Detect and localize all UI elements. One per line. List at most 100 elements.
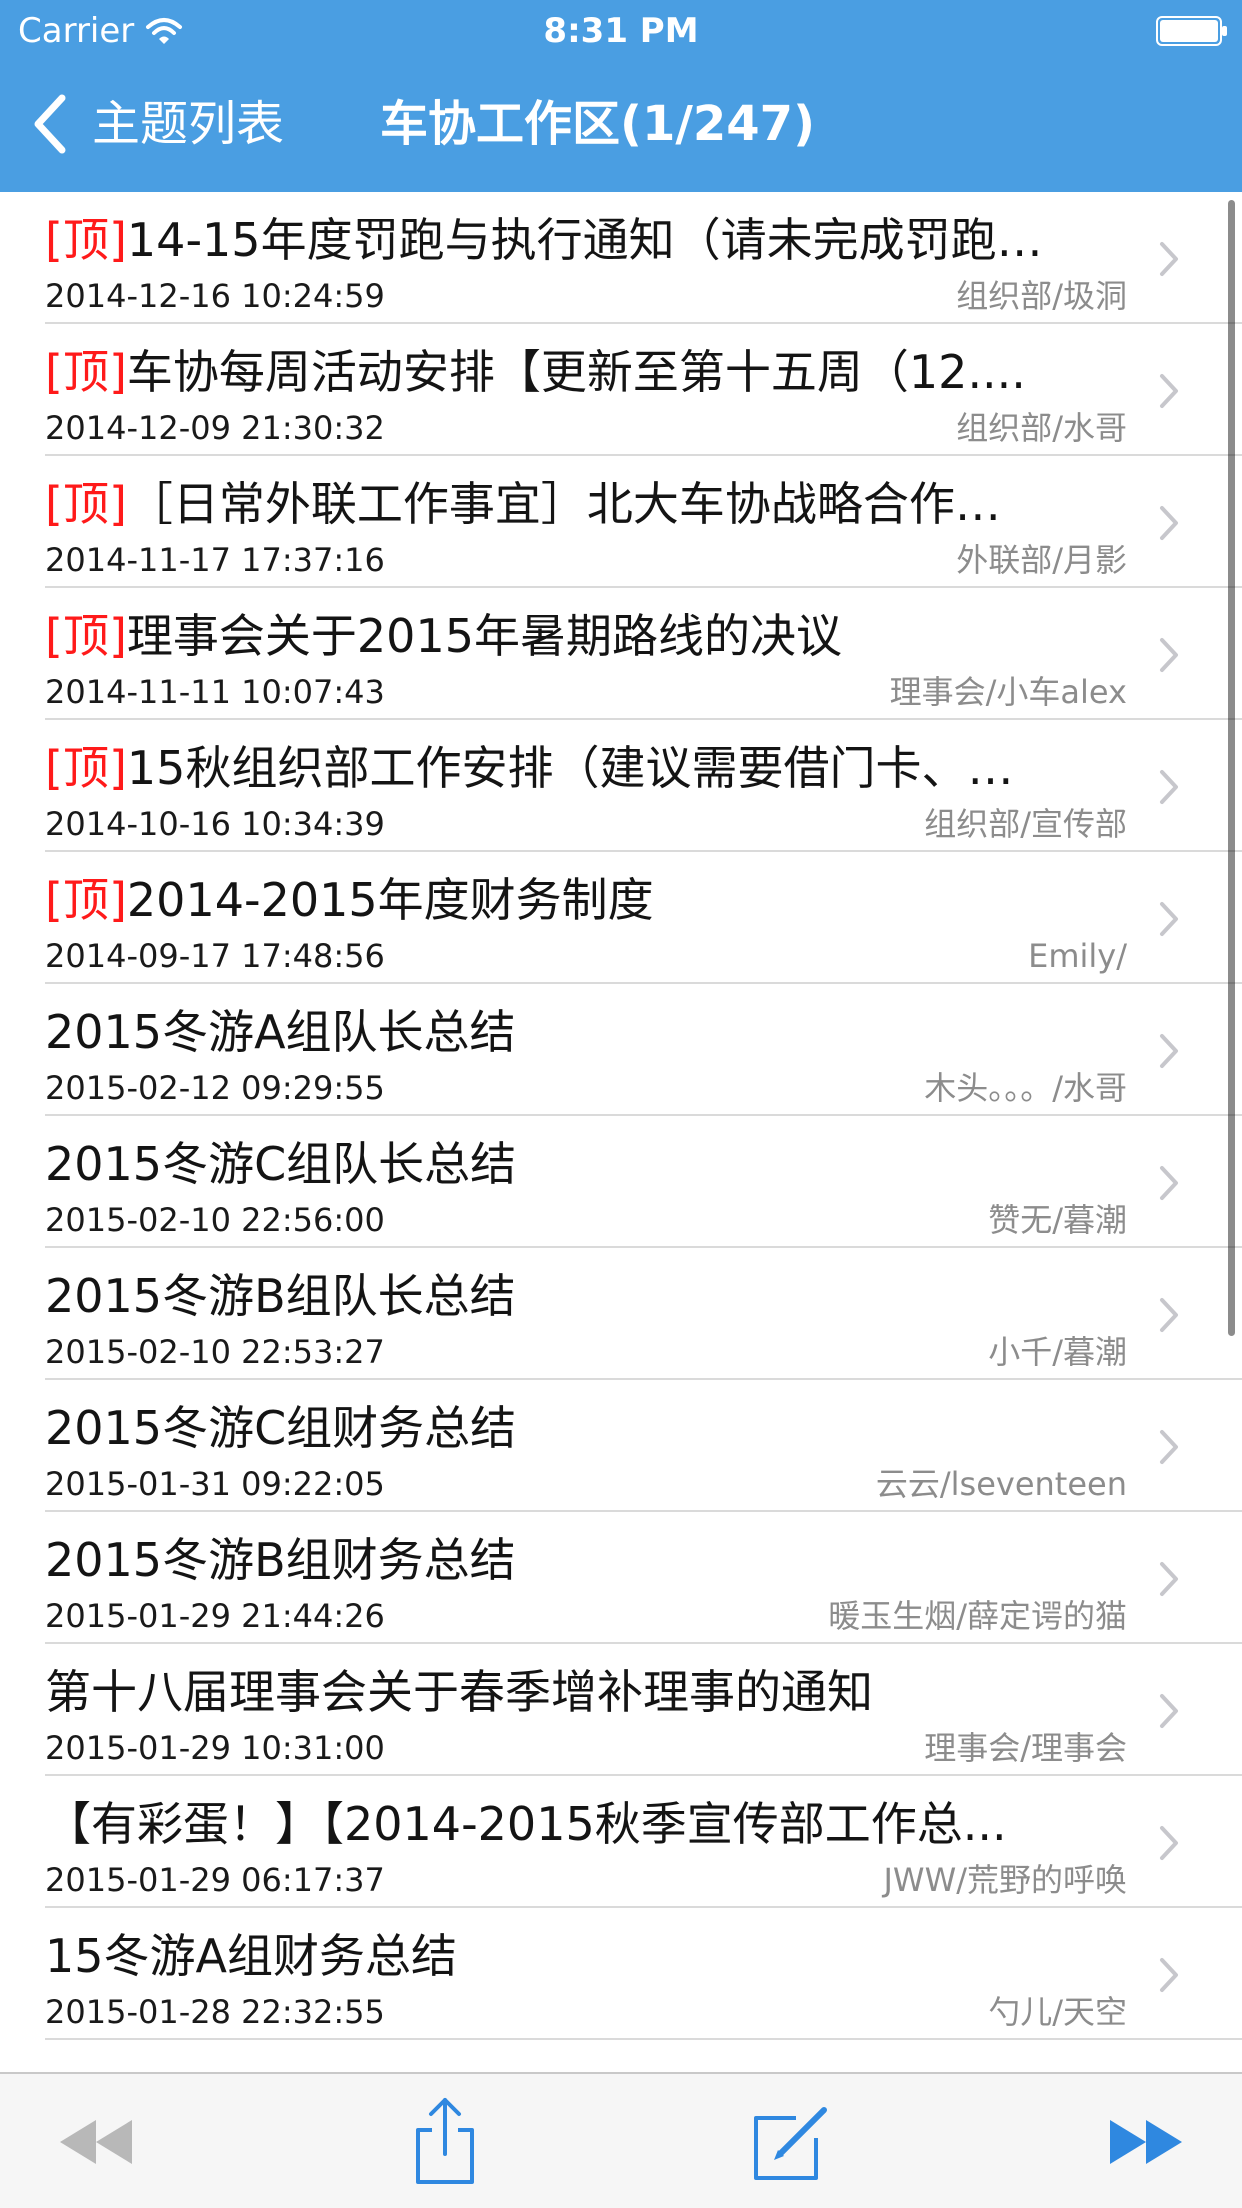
share-icon[interactable] [410,2096,480,2186]
row-divider [45,2038,1242,2040]
topic-title-text: 车协每周活动安排【更新至第十五周（12.... [126,345,1026,399]
back-button[interactable]: 主题列表 [30,92,284,156]
disclosure-chevron-icon [1160,1430,1178,1464]
disclosure-chevron-icon [1160,1826,1178,1860]
rewind-icon[interactable] [56,2114,136,2170]
fast-forward-icon[interactable] [1106,2114,1186,2170]
pinned-tag: [顶] [45,213,127,267]
topic-row[interactable]: [顶]2014-2015年度财务制度 2014-09-17 17:48:56 E… [0,852,1242,984]
topic-row[interactable]: 2015冬游A组队长总结 2015-02-12 09:29:55 木头。。。/水… [0,984,1242,1116]
topic-author: 小千/暮潮 [988,1333,1127,1371]
topic-date: 2015-01-29 06:17:37 [45,1861,385,1899]
topic-date: 2015-01-29 10:31:00 [45,1729,385,1767]
topic-title: 15冬游A组财务总结 [45,1926,1125,1986]
status-time: 8:31 PM [543,11,699,51]
topic-title-text: 2015冬游A组队长总结 [45,1005,516,1059]
bottom-toolbar [0,2072,1242,2208]
topic-row[interactable]: [顶]14-15年度罚跑与执行通知（请未完成罚跑… 2014-12-16 10:… [0,192,1242,324]
topic-title-text: 【有彩蛋！】【2014-2015秋季宣传部工作总... [45,1797,1007,1851]
back-label: 主题列表 [92,96,285,152]
topic-title-text: 2015冬游C组财务总结 [45,1401,517,1455]
topic-author: 勺儿/天空 [988,1993,1127,2031]
topic-author: 木头。。。/水哥 [924,1069,1127,1107]
topic-date: 2015-02-10 22:53:27 [45,1333,385,1371]
topic-row[interactable]: [顶]车协每周活动安排【更新至第十五周（12.... 2014-12-09 21… [0,324,1242,456]
disclosure-chevron-icon [1160,902,1178,936]
header: Carrier 8:31 PM 主题列表 车协工作区(1/247) [0,0,1242,192]
pinned-tag: [顶] [45,741,127,795]
topic-date: 2014-11-17 17:37:16 [45,541,385,579]
disclosure-chevron-icon [1160,506,1178,540]
topic-title: [顶]［日常外联工作事宜］北大车协战略合作… [45,474,1125,534]
topic-title: 【有彩蛋！】【2014-2015秋季宣传部工作总... [45,1794,1125,1854]
topic-title-text: 理事会关于2015年暑期路线的决议 [126,609,842,663]
topic-date: 2014-12-09 21:30:32 [45,409,385,447]
topic-date: 2015-01-31 09:22:05 [45,1465,385,1503]
topic-row[interactable]: 2015冬游B组队长总结 2015-02-10 22:53:27 小千/暮潮 [0,1248,1242,1380]
topic-row[interactable]: [顶]［日常外联工作事宜］北大车协战略合作… 2014-11-17 17:37:… [0,456,1242,588]
topic-title: [顶]15秋组织部工作安排（建议需要借门卡、… [45,738,1125,798]
topic-date: 2014-12-16 10:24:59 [45,277,385,315]
disclosure-chevron-icon [1160,242,1178,276]
topic-row[interactable]: [顶]15秋组织部工作安排（建议需要借门卡、… 2014-10-16 10:34… [0,720,1242,852]
disclosure-chevron-icon [1160,1166,1178,1200]
disclosure-chevron-icon [1160,374,1178,408]
disclosure-chevron-icon [1160,1562,1178,1596]
topic-title-text: 2014-2015年度财务制度 [126,873,654,927]
topic-author: 外联部/月影 [956,541,1127,579]
topic-title-text: 2015冬游B组财务总结 [45,1533,516,1587]
topic-title: [顶]车协每周活动安排【更新至第十五周（12.... [45,342,1125,402]
disclosure-chevron-icon [1160,1298,1178,1332]
topic-author: JWW/荒野的呼唤 [883,1861,1127,1899]
topic-author: 组织部/圾洞 [956,277,1127,315]
topic-title: [顶]2014-2015年度财务制度 [45,870,1125,930]
topic-date: 2014-10-16 10:34:39 [45,805,385,843]
disclosure-chevron-icon [1160,1958,1178,1992]
disclosure-chevron-icon [1160,638,1178,672]
topic-date: 2015-01-28 22:32:55 [45,1993,385,2031]
topic-row[interactable]: 【有彩蛋！】【2014-2015秋季宣传部工作总... 2015-01-29 0… [0,1776,1242,1908]
topic-list: [顶]14-15年度罚跑与执行通知（请未完成罚跑… 2014-12-16 10:… [0,192,1242,2072]
topic-title-text: 2015冬游C组队长总结 [45,1137,517,1191]
topic-row[interactable]: [顶]理事会关于2015年暑期路线的决议 2014-11-11 10:07:43… [0,588,1242,720]
topic-title: 第十八届理事会关于春季增补理事的通知 [45,1662,1125,1722]
topic-row[interactable]: 2015冬游C组队长总结 2015-02-10 22:56:00 赞无/暮潮 [0,1116,1242,1248]
topic-title-text: 15冬游A组财务总结 [45,1929,458,1983]
topic-row[interactable]: 第十八届理事会关于春季增补理事的通知 2015-01-29 10:31:00 理… [0,1644,1242,1776]
topic-date: 2015-01-29 21:44:26 [45,1597,385,1635]
topic-title: [顶]14-15年度罚跑与执行通知（请未完成罚跑… [45,210,1125,270]
topic-title: 2015冬游A组队长总结 [45,1002,1125,1062]
topic-author: 组织部/宣传部 [924,805,1127,843]
topic-title-text: 第十八届理事会关于春季增补理事的通知 [45,1665,873,1719]
pinned-tag: [顶] [45,345,127,399]
topic-author: 云云/lseventeen [875,1465,1127,1503]
status-bar: Carrier 8:31 PM [0,0,1242,60]
topic-title-text: 14-15年度罚跑与执行通知（请未完成罚跑… [126,213,1043,267]
topic-title: 2015冬游B组队长总结 [45,1266,1125,1326]
topic-title-text: 2015冬游B组队长总结 [45,1269,516,1323]
topic-author: 赞无/暮潮 [988,1201,1127,1239]
scroll-indicator[interactable] [1228,200,1235,1336]
topic-author: 理事会/理事会 [924,1729,1127,1767]
back-chevron-icon [34,94,66,154]
topic-author: 组织部/水哥 [956,409,1127,447]
topic-title: 2015冬游B组财务总结 [45,1530,1125,1590]
topic-title: 2015冬游C组队长总结 [45,1134,1125,1194]
topic-row[interactable]: 15冬游A组财务总结 2015-01-28 22:32:55 勺儿/天空 [0,1908,1242,2040]
topic-title: 2015冬游C组财务总结 [45,1398,1125,1458]
compose-icon[interactable] [752,2102,834,2182]
topic-title-text: 15秋组织部工作安排（建议需要借门卡、… [126,741,1014,795]
pinned-tag: [顶] [45,477,127,531]
disclosure-chevron-icon [1160,1694,1178,1728]
topic-date: 2015-02-10 22:56:00 [45,1201,385,1239]
topic-author: 理事会/小车alex [889,673,1127,711]
disclosure-chevron-icon [1160,1034,1178,1068]
topic-row[interactable]: 2015冬游C组财务总结 2015-01-31 09:22:05 云云/lsev… [0,1380,1242,1512]
topic-author: Emily/ [1028,937,1127,975]
topic-row[interactable]: 2015冬游B组财务总结 2015-01-29 21:44:26 暖玉生烟/薛定… [0,1512,1242,1644]
battery-icon [1156,16,1227,46]
nav-title: 车协工作区(1/247) [380,96,816,152]
topic-title-text: ［日常外联工作事宜］北大车协战略合作… [126,477,1001,531]
pinned-tag: [顶] [45,609,127,663]
topic-date: 2015-02-12 09:29:55 [45,1069,385,1107]
